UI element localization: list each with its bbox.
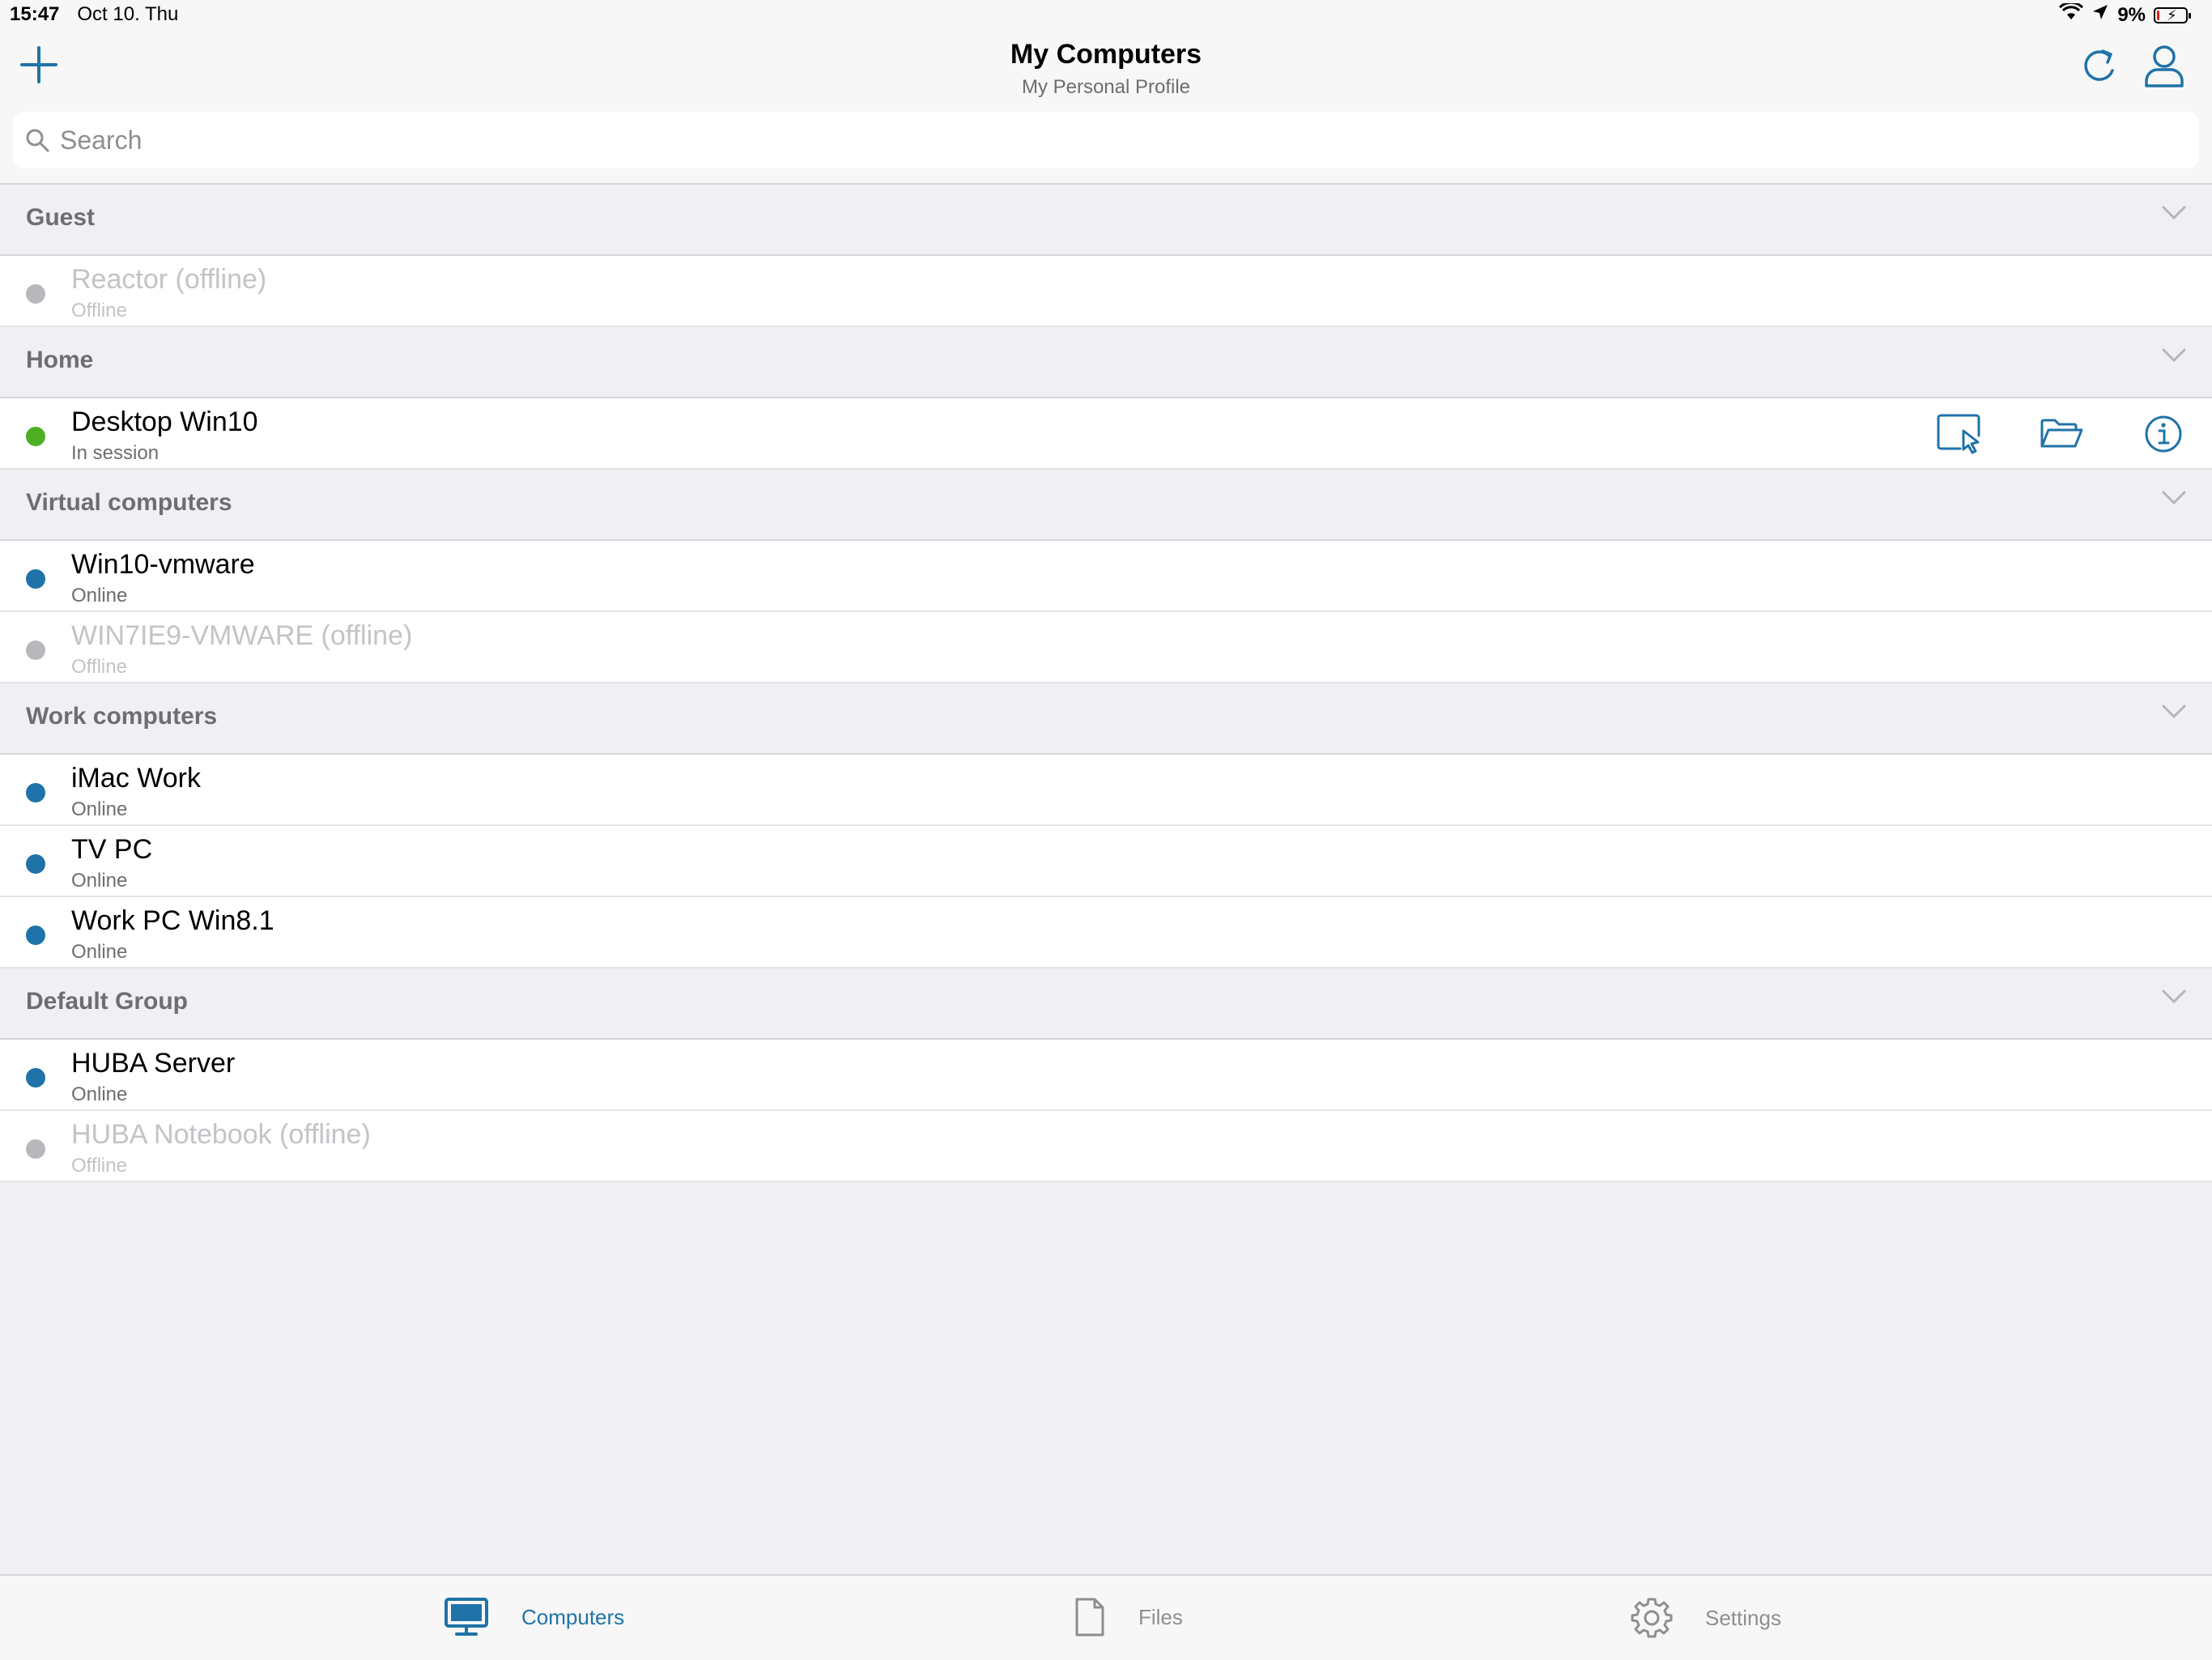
user-icon bbox=[2145, 45, 2184, 87]
computer-status: Offline bbox=[71, 1155, 127, 1177]
computer-status: Offline bbox=[71, 300, 127, 321]
status-dot bbox=[26, 854, 45, 874]
computer-status: Online bbox=[71, 585, 128, 607]
computer-name: iMac Work bbox=[71, 763, 201, 794]
status-dot bbox=[26, 641, 45, 660]
status-dot bbox=[26, 427, 45, 446]
search-field[interactable] bbox=[13, 112, 2199, 168]
page-subtitle: My Personal Profile bbox=[1021, 76, 1191, 98]
status-dot bbox=[26, 284, 45, 304]
page-title: My Computers bbox=[1010, 39, 1202, 70]
computer-name: Desktop Win10 bbox=[71, 406, 258, 437]
status-dot bbox=[26, 1139, 45, 1159]
tab-bar: Computers Files Settings bbox=[0, 1574, 2212, 1660]
computer-name: HUBA Notebook (offline) bbox=[71, 1119, 371, 1150]
computer-status: In session bbox=[71, 442, 160, 464]
status-dot bbox=[26, 569, 45, 589]
location-arrow-icon bbox=[2091, 3, 2109, 27]
info-icon bbox=[2145, 415, 2182, 453]
status-dot bbox=[26, 926, 45, 945]
group-label: Virtual computers bbox=[26, 489, 232, 516]
profile-button[interactable] bbox=[2141, 42, 2188, 89]
computer-row-huba-server[interactable]: HUBA Server Online bbox=[0, 1040, 2212, 1111]
search-input[interactable] bbox=[60, 116, 2199, 164]
battery-icon: ⚡ bbox=[2154, 6, 2191, 23]
computer-list: Guest Reactor (offline) Offline Home Des… bbox=[0, 185, 2212, 1182]
remote-control-button[interactable] bbox=[1935, 410, 1984, 458]
computer-row-desktop-win10[interactable]: Desktop Win10 In session bbox=[0, 398, 2212, 470]
chevron-down-icon[interactable] bbox=[2162, 491, 2186, 509]
tab-settings[interactable]: Settings bbox=[1631, 1597, 1781, 1639]
computer-row-imac-work[interactable]: iMac Work Online bbox=[0, 755, 2212, 826]
computer-row-work-pc-win81[interactable]: Work PC Win8.1 Online bbox=[0, 897, 2212, 968]
computer-name: TV PC bbox=[71, 834, 153, 865]
status-bar: 15:47 Oct 10. Thu 9% ⚡ bbox=[0, 0, 2212, 32]
computer-row-huba-notebook[interactable]: HUBA Notebook (offline) Offline bbox=[0, 1111, 2212, 1182]
chevron-down-icon[interactable] bbox=[2162, 704, 2186, 723]
chevron-down-icon[interactable] bbox=[2162, 206, 2186, 224]
tab-label: Settings bbox=[1705, 1605, 1781, 1630]
status-dot bbox=[26, 1068, 45, 1088]
tab-computers[interactable]: Computers bbox=[444, 1597, 624, 1637]
gear-icon bbox=[1631, 1598, 1673, 1638]
group-label: Default Group bbox=[26, 988, 188, 1015]
wifi-icon bbox=[2059, 1, 2084, 27]
file-icon bbox=[1075, 1598, 1104, 1637]
group-header-virtual-computers[interactable]: Virtual computers bbox=[0, 470, 2212, 541]
group-label: Guest bbox=[26, 204, 96, 231]
refresh-button[interactable] bbox=[2078, 44, 2123, 89]
status-time: 15:47 bbox=[10, 3, 60, 25]
group-header-home[interactable]: Home bbox=[0, 327, 2212, 398]
tab-label: Files bbox=[1138, 1604, 1183, 1629]
computer-name: WIN7IE9-VMWARE (offline) bbox=[71, 620, 413, 651]
computer-name: Work PC Win8.1 bbox=[71, 905, 274, 936]
group-label: Work computers bbox=[26, 703, 218, 730]
chevron-down-icon[interactable] bbox=[2162, 348, 2186, 367]
computer-row-win10-vmware[interactable]: Win10-vmware Online bbox=[0, 541, 2212, 612]
computer-status: Online bbox=[71, 798, 128, 820]
chevron-down-icon[interactable] bbox=[2162, 990, 2186, 1008]
computer-status: Online bbox=[71, 870, 128, 892]
remote-control-icon bbox=[1937, 414, 1980, 454]
status-date: Oct 10. Thu bbox=[77, 3, 179, 25]
tab-files[interactable]: Files bbox=[1074, 1597, 1183, 1637]
computer-status: Online bbox=[71, 1083, 128, 1105]
group-header-work-computers[interactable]: Work computers bbox=[0, 683, 2212, 755]
folder-open-icon bbox=[2040, 419, 2083, 448]
computer-row-reactor[interactable]: Reactor (offline) Offline bbox=[0, 256, 2212, 327]
computer-name: HUBA Server bbox=[71, 1048, 236, 1079]
computer-status: Offline bbox=[71, 656, 127, 678]
tab-label: Computers bbox=[521, 1604, 625, 1629]
file-transfer-button[interactable] bbox=[2037, 410, 2086, 458]
computer-status: Online bbox=[71, 941, 128, 963]
search-icon bbox=[24, 127, 50, 153]
computer-info-button[interactable] bbox=[2139, 410, 2188, 458]
search-bar bbox=[0, 110, 2212, 185]
battery-percent: 9% bbox=[2117, 3, 2146, 26]
group-header-default-group[interactable]: Default Group bbox=[0, 968, 2212, 1040]
group-header-guest[interactable]: Guest bbox=[0, 185, 2212, 256]
status-dot bbox=[26, 783, 45, 802]
computer-row-tv-pc[interactable]: TV PC Online bbox=[0, 826, 2212, 897]
group-label: Home bbox=[26, 347, 94, 373]
computer-name: Reactor (offline) bbox=[71, 264, 267, 295]
computer-row-win7ie9-vmware[interactable]: WIN7IE9-VMWARE (offline) Offline bbox=[0, 612, 2212, 683]
monitor-icon bbox=[445, 1598, 488, 1636]
refresh-icon bbox=[2084, 49, 2114, 81]
navigation-bar: My Computers My Personal Profile bbox=[0, 32, 2212, 110]
computer-name: Win10-vmware bbox=[71, 549, 255, 580]
